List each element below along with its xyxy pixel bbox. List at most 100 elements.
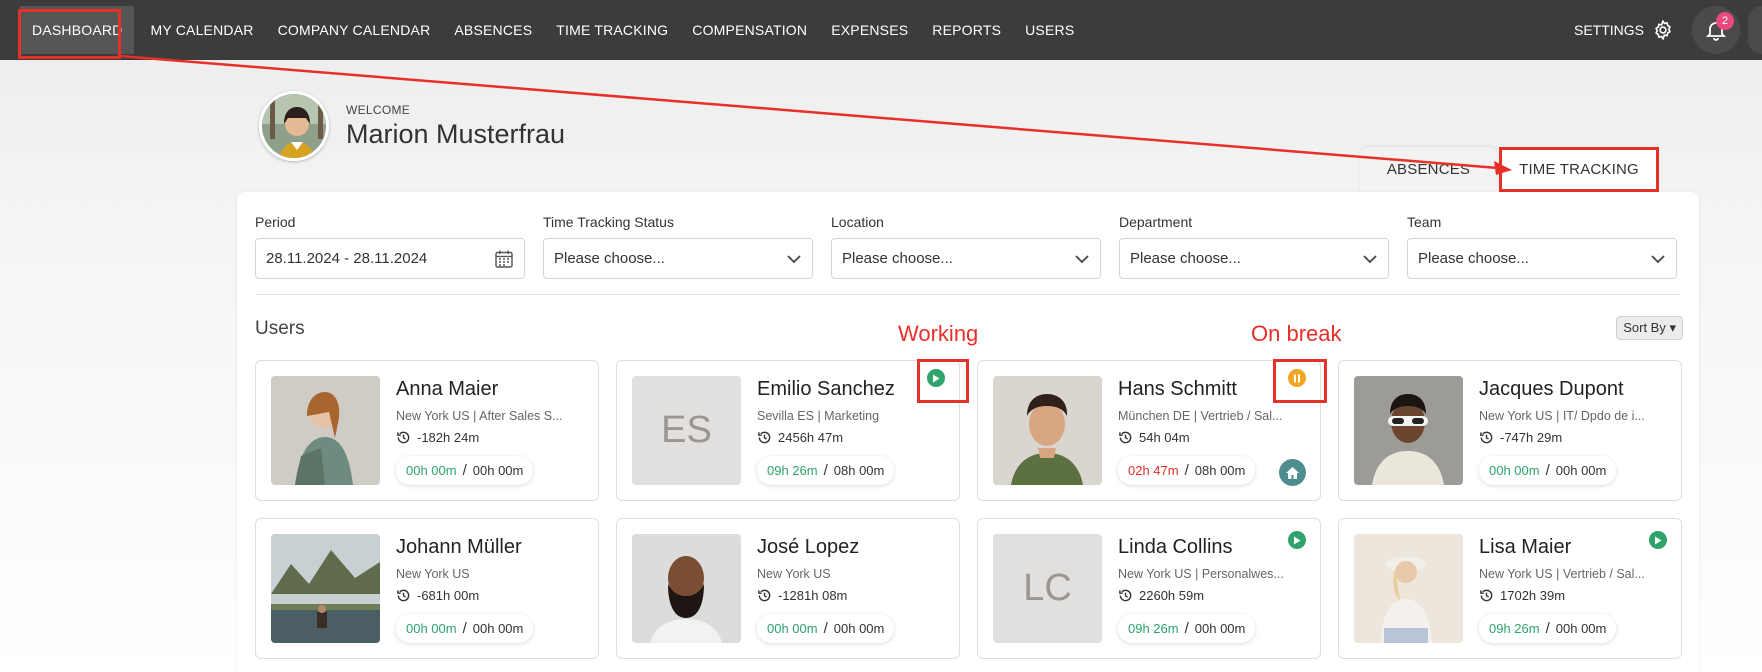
user-name: José Lopez [757,536,860,558]
working-status-icon [1288,531,1306,549]
nav-compensation[interactable]: COMPENSATION [680,0,819,60]
user-card[interactable]: Hans Schmitt München DE | Vertrieb / Sal… [977,360,1321,501]
user-card[interactable]: Jacques Dupont New York US | IT/ Dpdo de… [1338,360,1682,501]
user-card[interactable]: Anna Maier New York US | After Sales S..… [255,360,599,501]
hours-pill: 02h 47m/08h 00m [1118,456,1256,485]
hours-pill: 09h 26m/08h 00m [757,456,895,485]
working-status-icon [1649,531,1667,549]
target-hours: 00h 00m [472,621,524,636]
settings-label: SETTINGS [1573,22,1644,38]
user-card[interactable]: ES Emilio Sanchez Sevilla ES | Marketing… [616,360,960,501]
department-select[interactable]: Please choose... [1119,238,1389,279]
user-initials-avatar: ES [632,376,741,485]
user-location: New York US | Personalwes... [1118,567,1284,581]
history-clock-icon [1480,589,1493,602]
users-title: Users [255,318,305,339]
status-select[interactable]: Please choose... [543,238,813,279]
welcome-name: Marion Musterfrau [346,118,566,149]
top-navigation: DASHBOARD MY CALENDAR COMPANY CALENDAR A… [0,0,1762,60]
user-balance: -681h 00m [396,588,479,603]
filter-status: Time Tracking Status Please choose... [543,214,813,279]
worked-hours: 09h 26m [1489,621,1540,636]
target-hours: 08h 00m [1194,463,1246,478]
target-hours: 00h 00m [472,463,524,478]
target-hours: 00h 00m [1194,621,1246,636]
balance-value: -681h 00m [417,588,480,603]
user-card[interactable]: Johann Müller New York US -681h 00m 00h … [255,518,599,659]
team-select-value: Please choose... [1418,250,1529,267]
tab-absences[interactable]: ABSENCES [1360,147,1497,191]
notifications-button[interactable]: 2 [1692,6,1740,54]
hours-pill: 00h 00m/00h 00m [396,614,534,643]
user-location: Sevilla ES | Marketing [757,409,880,423]
user-card[interactable]: LC Linda Collins New York US | Personalw… [977,518,1321,659]
user-menu-button[interactable] [1748,6,1762,54]
worked-hours: 02h 47m [1128,463,1179,478]
filter-location-label: Location [831,214,884,230]
user-grid: Anna Maier New York US | After Sales S..… [255,360,1682,659]
user-balance: 2260h 59m [1118,588,1204,603]
filter-team-label: Team [1407,214,1442,230]
hours-pill: 09h 26m/00h 00m [1479,614,1617,643]
welcome-header: WELCOME Marion Musterfrau [259,91,565,161]
filter-team: Team Please choose... [1407,214,1677,279]
nav-time-tracking[interactable]: TIME TRACKING [544,0,680,60]
sort-by-label: Sort By [1623,320,1666,335]
user-initials-avatar: LC [993,534,1102,643]
sort-by-button[interactable]: Sort By ▾ [1616,316,1683,340]
chevron-down-icon [1363,254,1377,263]
hours-pill: 00h 00m/00h 00m [396,456,534,485]
history-clock-icon [758,589,771,602]
target-hours: 00h 00m [1555,621,1607,636]
balance-value: 2456h 47m [778,430,844,445]
welcome-text: WELCOME Marion Musterfrau [346,103,565,150]
user-name: Lisa Maier [1479,536,1572,558]
nav-my-calendar[interactable]: MY CALENDAR [138,0,265,60]
team-select[interactable]: Please choose... [1407,238,1677,279]
user-location: New York US [757,567,831,581]
user-photo [271,534,380,643]
nav-expenses[interactable]: EXPENSES [819,0,920,60]
nav-users[interactable]: USERS [1013,0,1086,60]
avatar[interactable] [259,91,329,161]
user-card[interactable]: Lisa Maier New York US | Vertrieb / Sal.… [1338,518,1682,659]
home-office-icon [1279,459,1306,486]
user-card[interactable]: José Lopez New York US -1281h 08m 00h 00… [616,518,960,659]
location-select[interactable]: Please choose... [831,238,1101,279]
caret-down-icon: ▾ [1669,320,1676,335]
nav-absences[interactable]: ABSENCES [442,0,544,60]
worked-hours: 00h 00m [406,621,457,636]
settings-link[interactable]: SETTINGS [1574,19,1674,41]
filter-period: Period 28.11.2024 - 28.11.2024 [255,214,525,279]
gear-icon [1655,19,1671,41]
period-input[interactable]: 28.11.2024 - 28.11.2024 [255,238,525,279]
annotation-break-label: On break [1251,321,1342,346]
filter-department: Department Please choose... [1119,214,1389,279]
worked-hours: 00h 00m [767,621,818,636]
balance-value: -1281h 08m [778,588,848,603]
annotation-box-dashboard [18,9,121,59]
hours-pill: 00h 00m/00h 00m [1479,456,1617,485]
nav-company-calendar[interactable]: COMPANY CALENDAR [266,0,443,60]
worked-hours: 00h 00m [406,463,457,478]
chevron-down-icon [787,254,801,263]
nav-reports[interactable]: REPORTS [920,0,1013,60]
filter-department-label: Department [1119,214,1193,230]
status-select-value: Please choose... [554,250,665,267]
worked-hours: 09h 26m [767,463,818,478]
history-clock-icon [397,431,410,444]
user-name: Anna Maier [396,378,499,400]
period-value: 28.11.2024 - 28.11.2024 [266,250,428,267]
filter-location: Location Please choose... [831,214,1101,279]
target-hours: 08h 00m [833,463,885,478]
nav-right: SETTINGS 2 [1574,0,1762,60]
worked-hours: 00h 00m [1489,463,1540,478]
welcome-label: WELCOME [346,102,411,117]
calendar-icon[interactable] [494,249,514,269]
history-clock-icon [1480,431,1493,444]
balance-value: -182h 24m [417,430,480,445]
location-select-value: Please choose... [842,250,953,267]
target-hours: 00h 00m [833,621,885,636]
tab-time-tracking[interactable]: TIME TRACKING [1499,147,1659,192]
filter-row: Period 28.11.2024 - 28.11.2024 Time Trac… [255,214,1677,279]
